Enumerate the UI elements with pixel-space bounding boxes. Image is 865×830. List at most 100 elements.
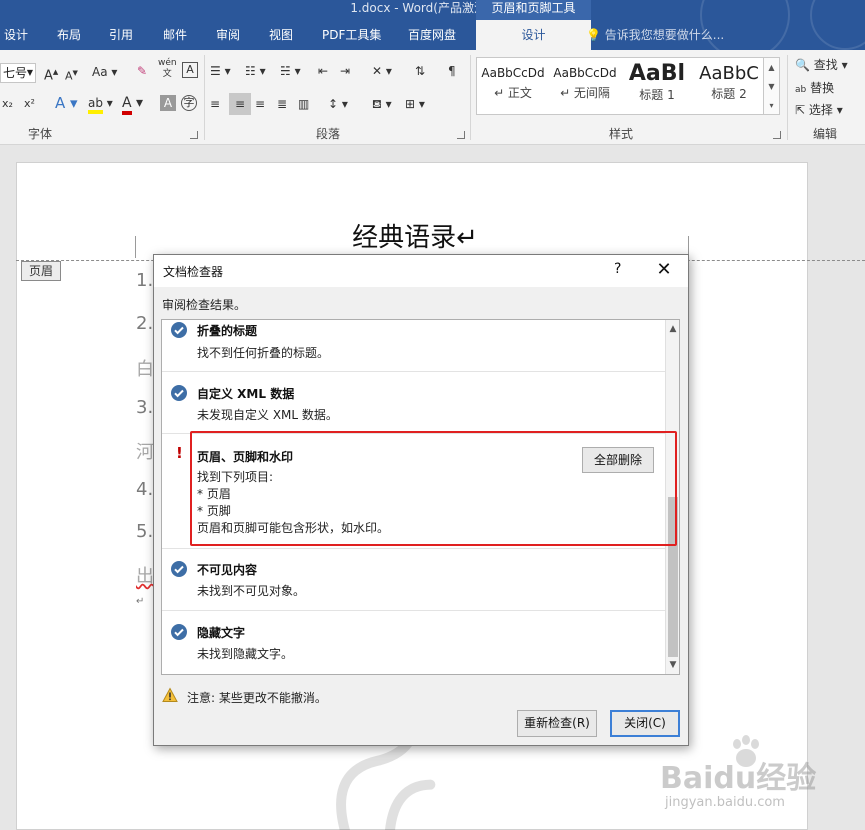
paragraph-dialog-launcher[interactable] — [457, 131, 465, 139]
tab-review[interactable]: 审阅 — [216, 22, 240, 48]
select-button[interactable]: ⇱ 选择 ▾ — [795, 101, 843, 119]
more-styles-icon[interactable]: ▾ — [764, 96, 779, 115]
contextual-group-title: 页眉和页脚工具 — [491, 1, 576, 15]
grow-font-icon[interactable]: A▲ — [44, 63, 58, 85]
check-circle-icon — [171, 624, 187, 640]
replace-button[interactable]: ab 替换 — [795, 79, 834, 99]
tell-me-box[interactable]: 💡 告诉我您想要做什么... — [586, 22, 724, 48]
show-marks-icon[interactable]: ¶ — [448, 62, 456, 80]
close-icon[interactable]: ✕ — [652, 259, 676, 283]
list-number: 2. — [136, 313, 154, 334]
help-button[interactable]: ? — [614, 261, 628, 277]
styles-gallery: AaBbCcDd ↵ 正文 AaBbCcDd ↵ 无间隔 AaBl 标题 1 A… — [476, 57, 764, 115]
item-description: 找不到任何折叠的标题。 — [197, 346, 330, 360]
font-dialog-launcher[interactable] — [190, 131, 198, 139]
dialog-title: 文档检查器 — [163, 265, 224, 279]
item-description: 未找到不可见对象。 — [197, 584, 306, 598]
lightbulb-icon: 💡 — [586, 28, 601, 42]
align-right-icon[interactable]: ≡ — [255, 95, 265, 113]
group-label-font: 字体 — [28, 127, 53, 141]
align-center-icon[interactable]: ≡ — [229, 93, 251, 115]
style-heading-1[interactable]: AaBl 标题 1 — [621, 58, 693, 114]
distributed-icon[interactable]: ▥ — [298, 95, 309, 113]
style-sample: AaBbC — [699, 63, 759, 84]
dialog-titlebar[interactable] — [154, 255, 688, 287]
font-size-select[interactable]: 七号 ▼ — [0, 63, 36, 83]
scroll-down-icon[interactable]: ▼ — [666, 658, 679, 672]
document-text: 白 — [136, 359, 154, 380]
line-spacing-icon[interactable]: ↕ ▾ — [328, 95, 348, 113]
subscript-icon[interactable]: x₂ — [2, 95, 13, 113]
select-label: 选择 — [808, 103, 833, 117]
find-button[interactable]: 🔍 查找 ▾ — [795, 56, 848, 74]
numbering-icon[interactable]: ☷ ▾ — [245, 62, 266, 80]
reinspect-button[interactable]: 重新检查(R) — [517, 710, 597, 737]
style-no-spacing[interactable]: AaBbCcDd ↵ 无间隔 — [549, 58, 621, 114]
replace-icon: ab — [795, 85, 807, 95]
justify-icon[interactable]: ≣ — [277, 95, 287, 113]
chevron-down-icon[interactable]: ▼ — [764, 77, 779, 96]
warning-icon — [162, 687, 178, 702]
close-button[interactable]: 关闭(C) — [610, 710, 680, 737]
sort-icon[interactable]: ⇅ — [415, 62, 425, 80]
tab-design[interactable]: 设计 — [4, 22, 28, 48]
tab-header-footer-design[interactable]: 设计 — [476, 20, 591, 50]
tab-references[interactable]: 引用 — [109, 22, 133, 48]
item-title: 折叠的标题 — [197, 324, 258, 338]
decrease-indent-icon[interactable]: ⇤ — [318, 62, 328, 80]
style-name: ↵ 无间隔 — [560, 86, 610, 100]
tell-me-placeholder: 告诉我您想要做什么... — [604, 28, 725, 42]
change-case-icon[interactable]: Aa ▾ — [92, 63, 117, 81]
margin-corner — [135, 236, 136, 258]
font-size-value: 七号 — [3, 66, 28, 80]
style-heading-2[interactable]: AaBbC 标题 2 — [693, 58, 765, 114]
text-effects-icon[interactable]: A ▾ — [55, 94, 78, 112]
char-shading-icon[interactable]: A — [160, 95, 176, 111]
chevron-up-icon[interactable]: ▲ — [764, 58, 779, 77]
char-border-icon[interactable]: A — [182, 62, 198, 78]
list-item: 自定义 XML 数据 未发现自定义 XML 数据。 — [162, 372, 665, 434]
chinese-layout-icon[interactable]: ✕ ▾ — [372, 62, 392, 80]
enclose-char-icon[interactable]: 字 — [181, 95, 197, 111]
increase-indent-icon[interactable]: ⇥ — [340, 62, 350, 80]
replace-label: 替换 — [810, 81, 835, 95]
list-number: 1. — [136, 270, 154, 291]
font-color-icon[interactable]: A ▾ — [122, 94, 143, 115]
borders-icon[interactable]: ⊞ ▾ — [405, 95, 425, 113]
superscript-icon[interactable]: x² — [24, 95, 35, 113]
clear-format-icon[interactable]: ✎ — [137, 62, 147, 80]
highlight-icon[interactable]: ab ▾ — [88, 94, 113, 114]
style-normal[interactable]: AaBbCcDd ↵ 正文 — [477, 58, 549, 114]
paragraph-mark: ↵ — [136, 596, 145, 607]
undo-note: 注意: 某些更改不能撤消。 — [187, 691, 327, 705]
group-separator — [470, 55, 471, 140]
styles-scroll[interactable]: ▲ ▼ ▾ — [764, 57, 780, 115]
align-left-icon[interactable]: ≡ — [210, 95, 220, 113]
check-circle-icon — [171, 385, 187, 401]
check-circle-icon — [171, 561, 187, 577]
item-title: 自定义 XML 数据 — [197, 387, 295, 401]
list-item: 折叠的标题 找不到任何折叠的标题。 — [162, 320, 665, 372]
tab-pdf-tools[interactable]: PDF工具集 — [322, 22, 381, 48]
shading-icon[interactable]: ⛾ ▾ — [372, 95, 392, 113]
phonetic-guide-icon[interactable]: wén 文 — [158, 58, 177, 80]
group-separator — [204, 55, 205, 140]
tab-view[interactable]: 视图 — [269, 22, 293, 48]
baidu-url: jingyan.baidu.com — [665, 795, 785, 810]
styles-dialog-launcher[interactable] — [773, 131, 781, 139]
highlight-annotation — [190, 431, 677, 546]
tab-baidu-netdisk[interactable]: 百度网盘 — [408, 22, 456, 48]
document-title[interactable]: 经典语录↵ — [300, 220, 530, 256]
header-tag: 页眉 — [21, 261, 61, 281]
scroll-up-icon[interactable]: ▲ — [666, 322, 679, 336]
shrink-font-icon[interactable]: A▼ — [65, 64, 78, 86]
multilevel-list-icon[interactable]: ☵ ▾ — [280, 62, 301, 80]
list-item: 不可见内容 未找到不可见对象。 — [162, 549, 665, 611]
document-text: 出 — [136, 566, 154, 587]
chevron-down-icon: ▼ — [26, 68, 33, 77]
tab-mailings[interactable]: 邮件 — [163, 22, 187, 48]
bullets-icon[interactable]: ☰ ▾ — [210, 62, 231, 80]
group-label-editing: 编辑 — [813, 127, 838, 141]
tab-layout[interactable]: 布局 — [57, 22, 81, 48]
style-name: 标题 2 — [711, 87, 747, 101]
